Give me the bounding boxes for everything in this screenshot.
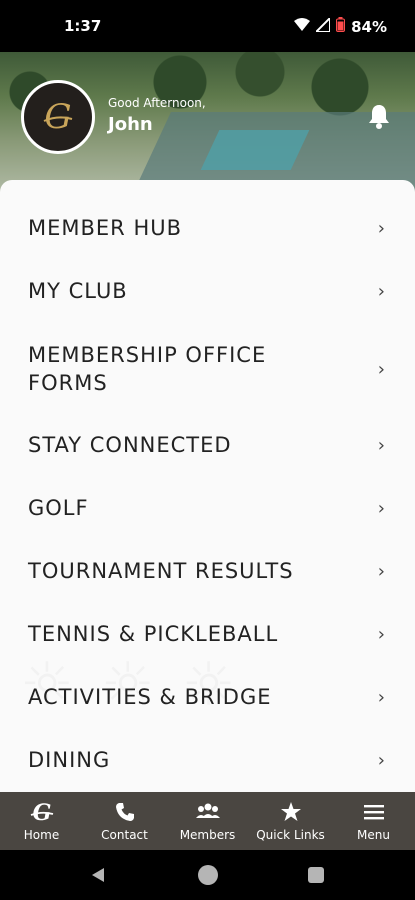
menu-item-label: STAY CONNECTED <box>28 433 232 457</box>
chevron-right-icon: › <box>377 434 385 456</box>
chevron-right-icon: › <box>377 560 385 582</box>
greeting-text: Good Afternoon, <box>108 96 206 110</box>
chevron-right-icon: › <box>377 280 385 302</box>
user-name: John <box>108 114 153 135</box>
tab-label: Home <box>23 828 60 842</box>
tab-quick-links[interactable]: Quick Links <box>249 792 332 850</box>
menu-item-tournament-results[interactable]: TOURNAMENT RESULTS › <box>0 551 415 591</box>
menu-item-label: ACTIVITIES & BRIDGE <box>28 685 272 709</box>
menu-item-my-club[interactable]: MY CLUB › <box>0 271 415 311</box>
bell-icon[interactable] <box>367 103 391 133</box>
tab-label: Quick Links <box>256 828 325 842</box>
menu-item-membership-office-forms[interactable]: MEMBERSHIP OFFICE FORMS › <box>0 340 415 398</box>
battery-icon <box>336 17 346 36</box>
club-logo-icon: G <box>29 800 55 824</box>
menu-panel: ☼ ☼ ☼ MEMBER HUB › MY CLUB › MEMBERSHIP … <box>0 180 415 792</box>
hero-court-accent <box>200 130 310 170</box>
star-icon <box>280 800 302 824</box>
status-indicators: 84% <box>294 15 387 36</box>
tab-label: Members <box>179 828 236 842</box>
menu-item-activities-bridge[interactable]: ACTIVITIES & BRIDGE › <box>0 677 415 717</box>
signal-icon <box>313 15 332 36</box>
system-nav-bar <box>0 850 415 900</box>
tab-menu[interactable]: Menu <box>332 792 415 850</box>
tab-home[interactable]: G Home <box>0 792 83 850</box>
menu-item-label: TENNIS & PICKLEBALL <box>28 622 279 646</box>
menu-item-dining[interactable]: DINING › <box>0 740 415 780</box>
menu-item-label: MEMBER HUB <box>28 216 183 240</box>
menu-item-label: MEMBERSHIP OFFICE FORMS <box>28 343 267 395</box>
tab-label: Contact <box>101 828 148 842</box>
chevron-right-icon: › <box>377 358 385 380</box>
menu-item-label: DINING <box>28 748 111 772</box>
tab-label: Menu <box>357 828 390 842</box>
tab-contact[interactable]: Contact <box>83 792 166 850</box>
chevron-right-icon: › <box>377 623 385 645</box>
menu-item-tennis-pickleball[interactable]: TENNIS & PICKLEBALL › <box>0 614 415 654</box>
chevron-right-icon: › <box>377 749 385 771</box>
chevron-right-icon: › <box>377 497 385 519</box>
home-nav-icon[interactable] <box>198 865 218 885</box>
wifi-icon <box>294 17 311 36</box>
menu-item-golf[interactable]: GOLF › <box>0 488 415 528</box>
status-bar: 1:37 84% <box>0 0 415 52</box>
menu-item-label: MY CLUB <box>28 279 128 303</box>
menu-item-label: GOLF <box>28 496 89 520</box>
back-icon[interactable] <box>90 867 106 887</box>
menu-item-label: TOURNAMENT RESULTS <box>28 559 294 583</box>
phone-icon <box>114 800 136 824</box>
hamburger-icon <box>363 800 385 824</box>
recent-apps-icon[interactable] <box>308 867 324 883</box>
members-icon <box>195 800 221 824</box>
battery-percent: 84% <box>351 17 387 36</box>
chevron-right-icon: › <box>377 217 385 239</box>
menu-item-stay-connected[interactable]: STAY CONNECTED › <box>0 425 415 465</box>
menu-item-member-hub[interactable]: MEMBER HUB › <box>0 208 415 248</box>
tab-members[interactable]: Members <box>166 792 249 850</box>
status-time: 1:37 <box>64 17 102 35</box>
bottom-tab-bar: G Home Contact Members Quick Links Menu <box>0 792 415 850</box>
chevron-right-icon: › <box>377 686 385 708</box>
club-logo-avatar[interactable]: G <box>21 80 95 154</box>
club-logo-icon: G <box>43 97 73 137</box>
